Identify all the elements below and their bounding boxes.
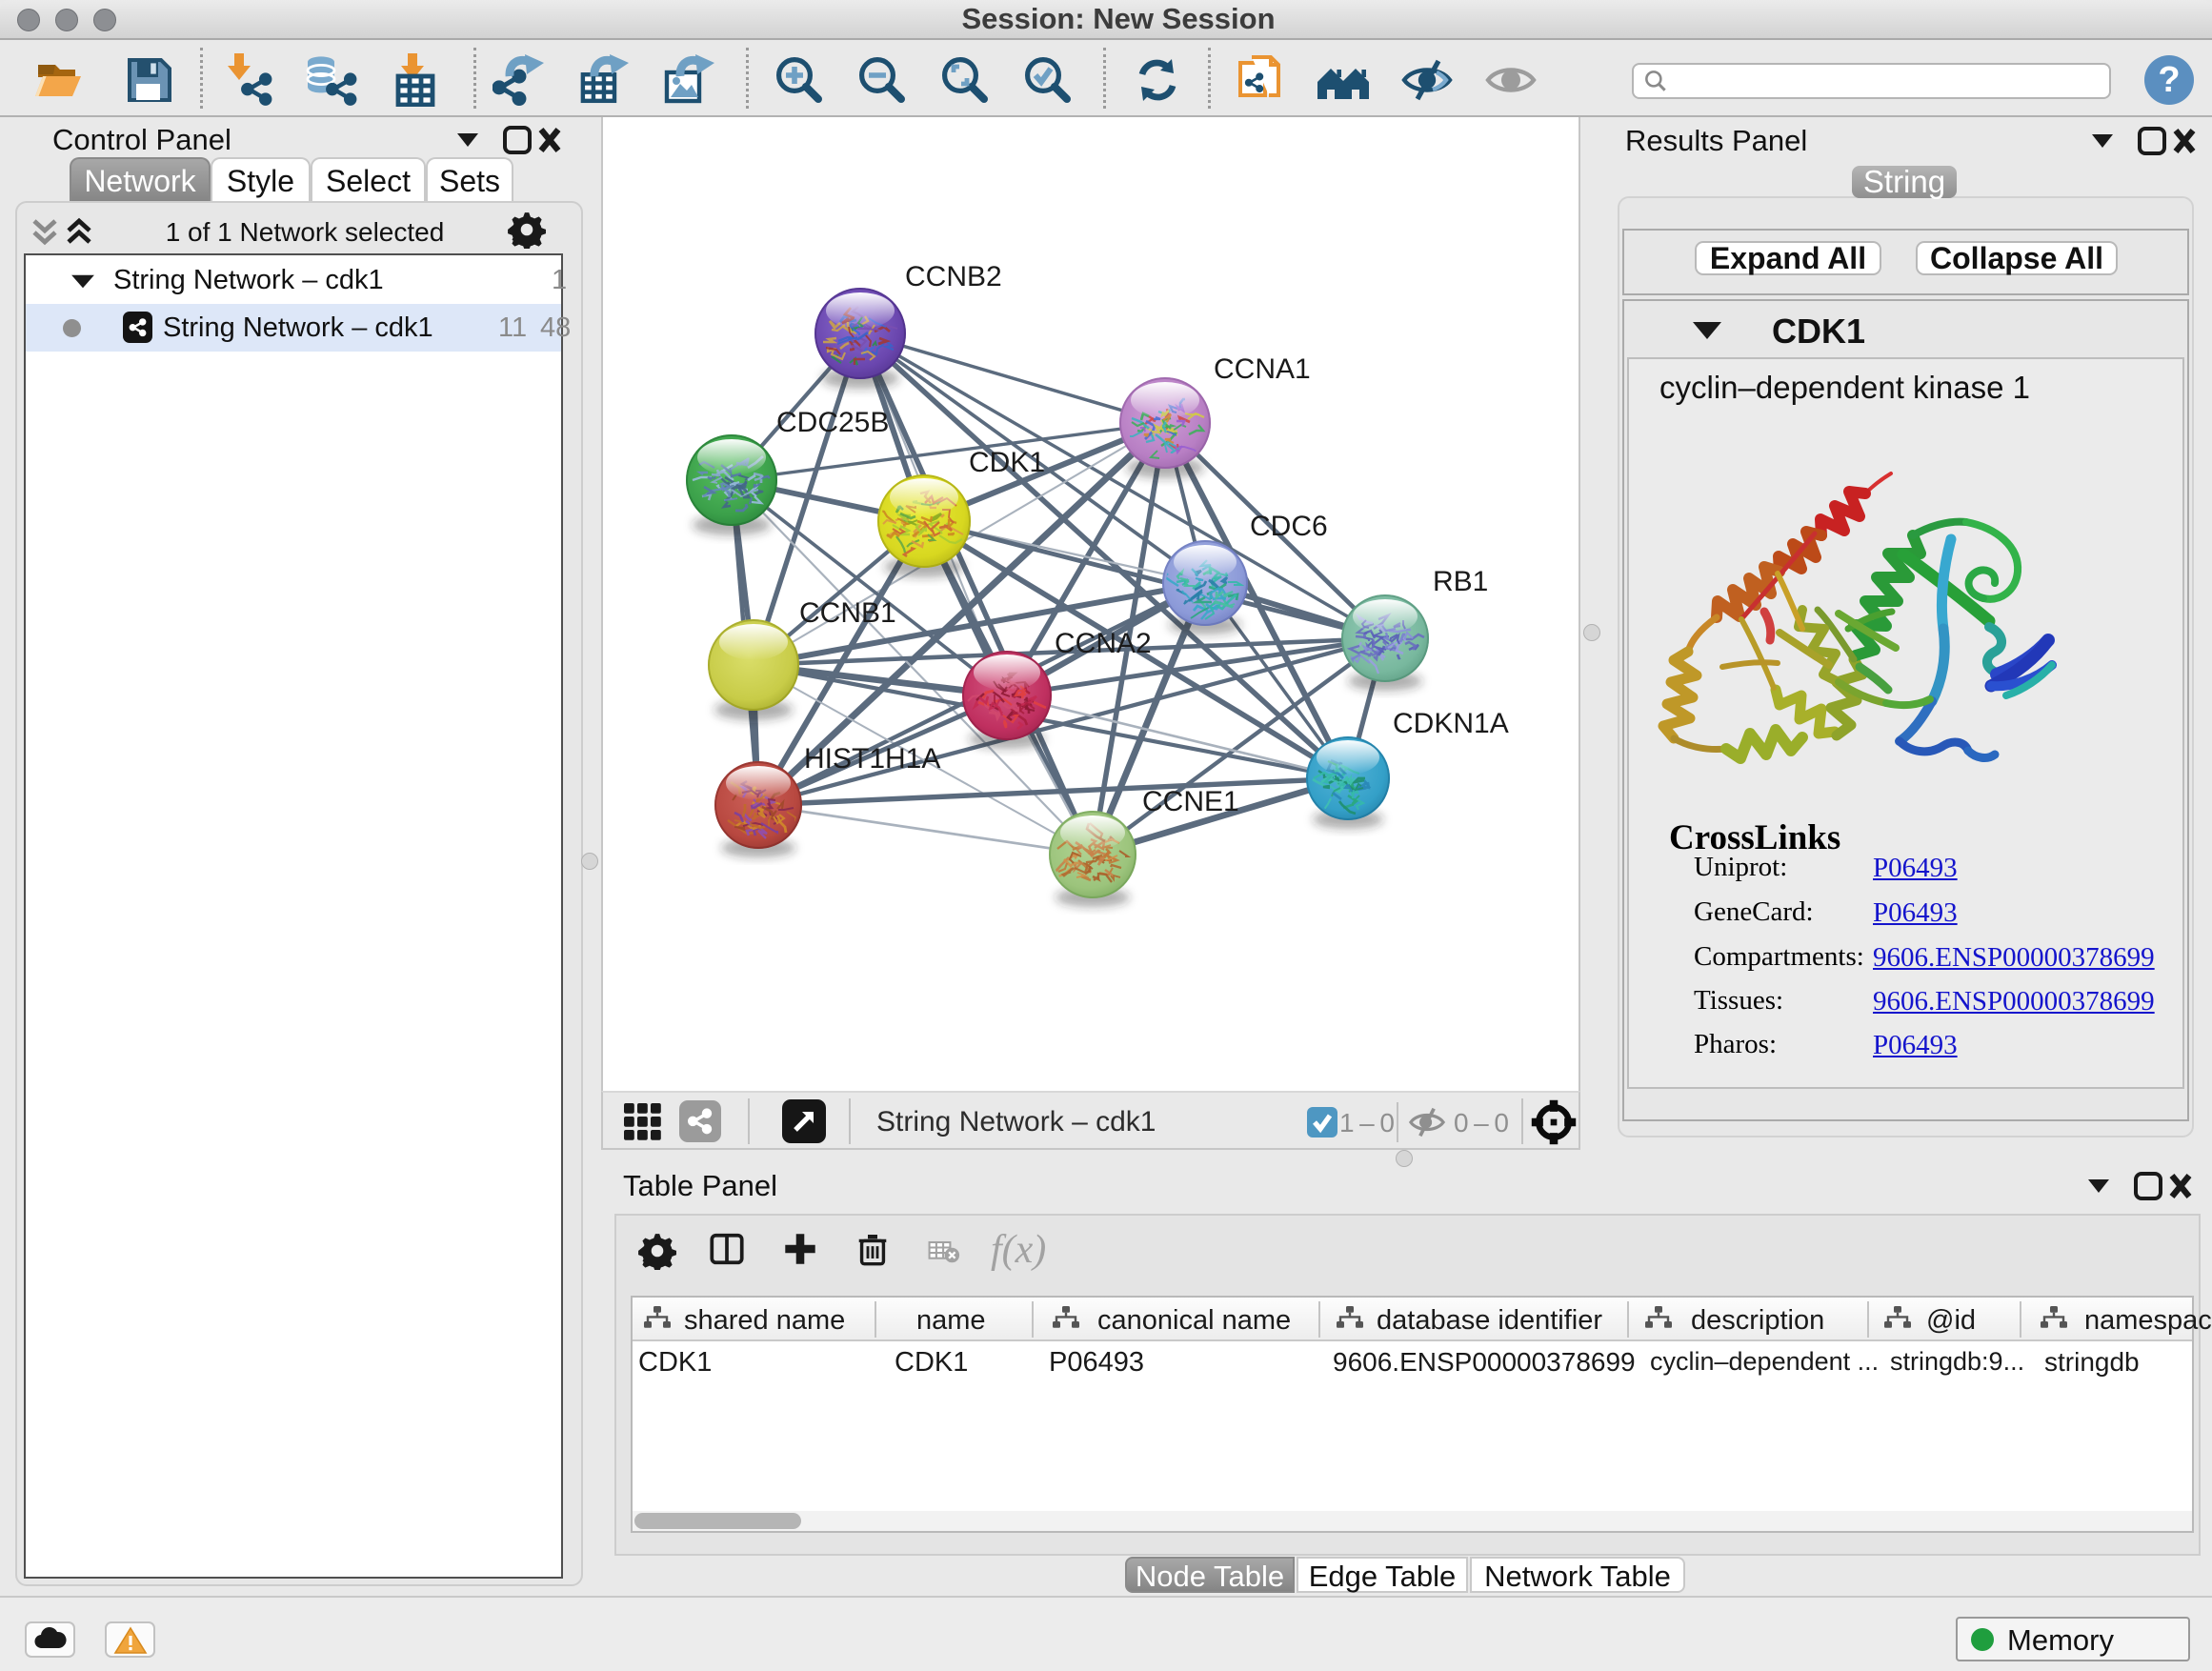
svg-text:CDK1: CDK1 (969, 447, 1045, 478)
svg-text:CCNA1: CCNA1 (1214, 353, 1311, 385)
svg-text:CDKN1A: CDKN1A (1393, 708, 1509, 739)
svg-text:CCNB1: CCNB1 (799, 597, 896, 629)
svg-text:CCNA2: CCNA2 (1055, 628, 1152, 659)
svg-text:CCNB2: CCNB2 (905, 261, 1002, 292)
svg-text:CDC6: CDC6 (1250, 511, 1328, 542)
svg-text:CCNE1: CCNE1 (1142, 786, 1239, 817)
svg-text:RB1: RB1 (1433, 566, 1488, 597)
svg-text:HIST1H1A: HIST1H1A (804, 743, 940, 775)
svg-text:CDC25B: CDC25B (776, 407, 889, 438)
